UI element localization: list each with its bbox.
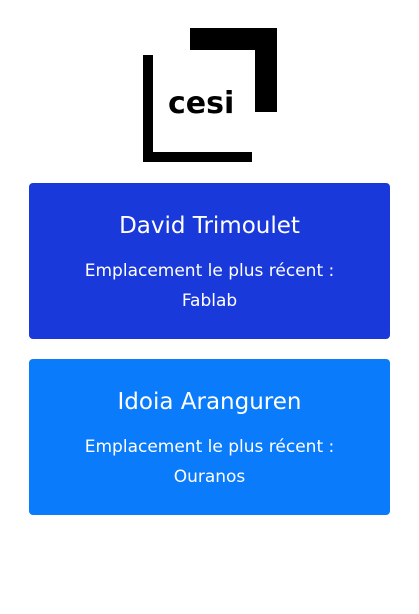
card-person-name: David Trimoulet: [119, 213, 300, 239]
cesi-logo: cesi: [143, 28, 279, 162]
cesi-logo-icon: cesi: [143, 28, 277, 162]
person-card-david-trimoulet[interactable]: David Trimoulet Emplacement le plus réce…: [29, 183, 390, 339]
card-location-value: Fablab: [181, 291, 238, 311]
logo-wordmark: cesi: [168, 86, 234, 121]
logo-bracket-bottom-bar: [143, 152, 252, 162]
page: cesi David Trimoulet Emplacement le plus…: [0, 0, 419, 614]
person-card-idoia-aranguren[interactable]: Idoia Aranguren Emplacement le plus réce…: [29, 359, 390, 515]
card-location-value: Ouranos: [173, 467, 246, 487]
logo-bracket-right-bar: [255, 28, 277, 112]
card-location-label: Emplacement le plus récent :: [84, 261, 335, 281]
card-location-label: Emplacement le plus récent :: [84, 437, 335, 457]
logo-bracket-left-bar: [143, 55, 153, 162]
card-person-name: Idoia Aranguren: [117, 389, 302, 415]
